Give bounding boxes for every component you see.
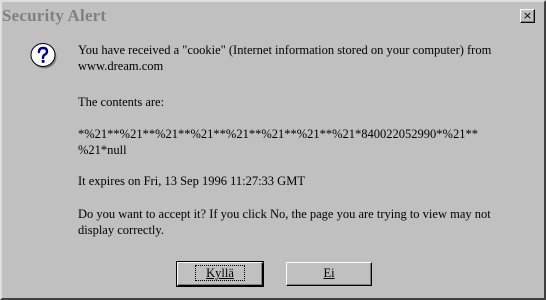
no-button[interactable]: Ei — [286, 262, 372, 286]
title-bar[interactable]: Security Alert × — [2, 2, 544, 32]
yes-button-label: Kyllä — [195, 265, 245, 281]
yes-button[interactable]: Kyllä — [176, 261, 264, 287]
no-button-label: Ei — [323, 266, 335, 280]
question-icon — [30, 42, 57, 69]
dialog-title: Security Alert — [2, 6, 107, 25]
close-button[interactable]: × — [520, 9, 535, 23]
close-icon: × — [522, 9, 533, 22]
accept-question: Do you want to accept it? If you click N… — [78, 207, 491, 237]
cookie-received-text: You have received a "cookie" (Internet i… — [78, 43, 492, 73]
contents-label: The contents are: — [78, 95, 165, 109]
security-alert-dialog: Security Alert × You have received a "co… — [0, 0, 546, 300]
cookie-contents: *%21**%21**%21**%21**%21**%21**%21**%21*… — [78, 127, 478, 157]
expiry-text: It expires on Fri, 13 Sep 1996 11:27:33 … — [78, 174, 305, 188]
